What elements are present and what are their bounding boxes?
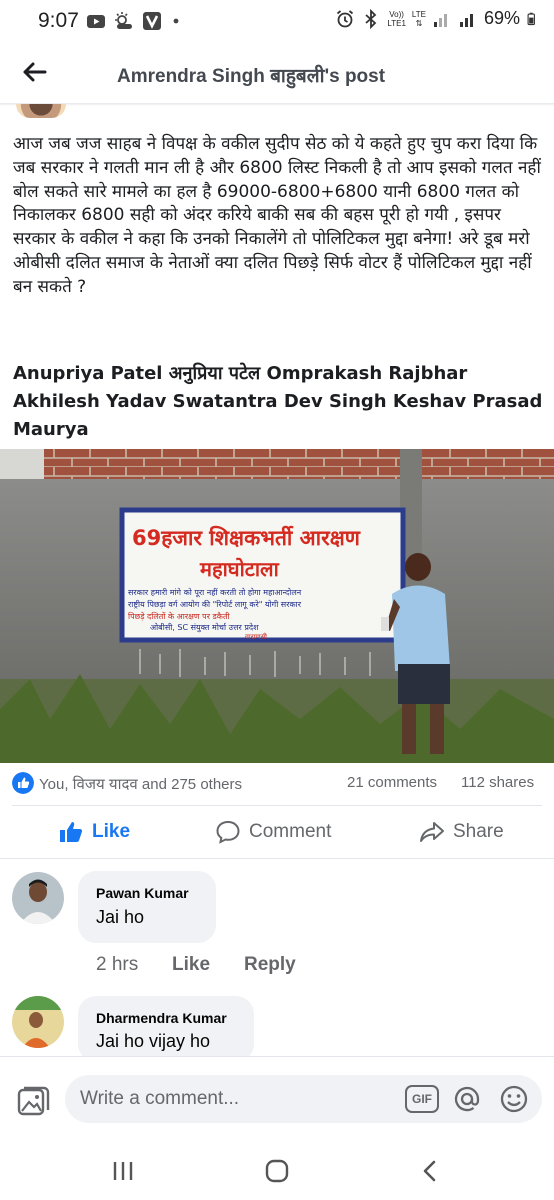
- like-button[interactable]: Like: [58, 808, 130, 856]
- comment-reply-button[interactable]: Reply: [244, 954, 296, 976]
- weather-icon: [115, 12, 132, 29]
- photo-illustration: 69हजार शिक्षकभर्ती आरक्षण महाघोटाला सरका…: [0, 449, 554, 763]
- banner-line1: 69हजार शिक्षकभर्ती आरक्षण: [132, 525, 361, 550]
- battery-icon: [527, 12, 535, 25]
- divider: [0, 858, 554, 859]
- gif-button[interactable]: GIF: [405, 1085, 439, 1113]
- back-icon[interactable]: [414, 1154, 448, 1188]
- photo-attach-icon[interactable]: [16, 1084, 50, 1118]
- status-bar: 9:07 Vo)) LTE1 LTE ⇅ 69%: [0, 0, 554, 44]
- lte1-label: LTE1: [387, 18, 406, 28]
- comment-composer: Write a comment... GIF: [0, 1056, 554, 1142]
- banner-line4: राष्ट्रीय पिछड़ा वर्ग आयोग की "रिपोर्ट ल…: [128, 599, 302, 610]
- bluetooth-icon: [365, 8, 377, 29]
- lte-label: LTE: [411, 9, 426, 19]
- banner-line5: पिछड़े दलितों के आरक्षण पर डकैती: [128, 611, 231, 621]
- reactions-row[interactable]: You, विजय यादव and 275 others 21 comment…: [0, 770, 554, 798]
- post-photo[interactable]: 69हजार शिक्षकभर्ती आरक्षण महाघोटाला सरका…: [0, 449, 554, 763]
- app-v-icon: [143, 12, 161, 30]
- system-nav-bar: [0, 1142, 554, 1200]
- battery-percent: 69%: [483, 8, 520, 28]
- avatar-image: [12, 872, 64, 924]
- post-body: आज जब जज साहब ने विपक्ष के वकील सुदीप से…: [13, 134, 541, 297]
- post-tags[interactable]: Anupriya Patel अनुप्रिया पटेल Omprakash …: [13, 360, 543, 444]
- comment-button[interactable]: Comment: [215, 808, 331, 856]
- thumbs-up-icon: [60, 822, 83, 842]
- commenter-name[interactable]: Dharmendra Kumar: [96, 1010, 227, 1026]
- comment-text: Jai ho vijay ho: [96, 1031, 211, 1051]
- comment-like-button[interactable]: Like: [172, 954, 210, 976]
- comment-bubble[interactable]: Pawan Kumar Jai ho: [78, 871, 216, 943]
- comment-time: 2 hrs: [96, 954, 139, 975]
- youtube-icon: [87, 15, 105, 28]
- shares-count[interactable]: 112 shares: [461, 774, 534, 791]
- author-avatar[interactable]: [16, 104, 66, 118]
- recents-icon[interactable]: [106, 1154, 140, 1188]
- reaction-summary[interactable]: You, विजय यादव and 275 others: [39, 774, 242, 794]
- post-header: Amrendra Singh बाहुबली's post: [0, 44, 554, 104]
- comment-input[interactable]: Write a comment... GIF: [65, 1075, 542, 1123]
- banner-line2: महाघोटाला: [199, 557, 280, 581]
- status-time: 9:07: [38, 9, 79, 32]
- alarm-icon: [337, 9, 354, 27]
- like-label: Like: [92, 821, 131, 842]
- commenter-avatar[interactable]: [12, 996, 64, 1048]
- avatar-image: [12, 996, 64, 1048]
- comment-label: Comment: [249, 821, 332, 842]
- comment-icon: [216, 820, 240, 844]
- like-reaction-icon: [12, 772, 34, 794]
- divider: [12, 805, 542, 806]
- share-label: Share: [453, 821, 504, 842]
- data-arrows-icon: ⇅: [415, 18, 423, 28]
- banner-line7: वाराणसी: [245, 632, 267, 641]
- back-arrow-icon[interactable]: [18, 56, 50, 88]
- comment-input-placeholder: Write a comment...: [80, 1088, 240, 1109]
- signal-icon-2: [459, 13, 473, 27]
- banner-line6: ओबीसी, SC संयुक्त मोर्चा उत्तर प्रदेश: [150, 622, 259, 633]
- comment-text: Jai ho: [96, 907, 145, 927]
- mention-icon[interactable]: [451, 1083, 483, 1115]
- comment-bubble[interactable]: Dharmendra Kumar Jai ho vijay ho: [78, 996, 254, 1062]
- share-button[interactable]: Share: [419, 808, 504, 856]
- action-bar: Like Comment Share: [0, 808, 554, 856]
- signal-icon: [433, 13, 447, 27]
- header-divider: [0, 103, 554, 106]
- comments-count[interactable]: 21 comments: [347, 774, 437, 791]
- commenter-avatar[interactable]: [12, 872, 64, 924]
- volte-label: Vo)): [389, 9, 404, 19]
- page-title: Amrendra Singh बाहुबली's post: [117, 66, 386, 87]
- banner-line3: सरकार हमारी मांगे को पूरा नहीं करती तो ह…: [128, 587, 302, 598]
- share-icon: [420, 822, 444, 842]
- dot-icon: [173, 18, 179, 24]
- emoji-icon[interactable]: [498, 1083, 530, 1115]
- commenter-name[interactable]: Pawan Kumar: [96, 885, 189, 901]
- home-icon[interactable]: [260, 1154, 294, 1188]
